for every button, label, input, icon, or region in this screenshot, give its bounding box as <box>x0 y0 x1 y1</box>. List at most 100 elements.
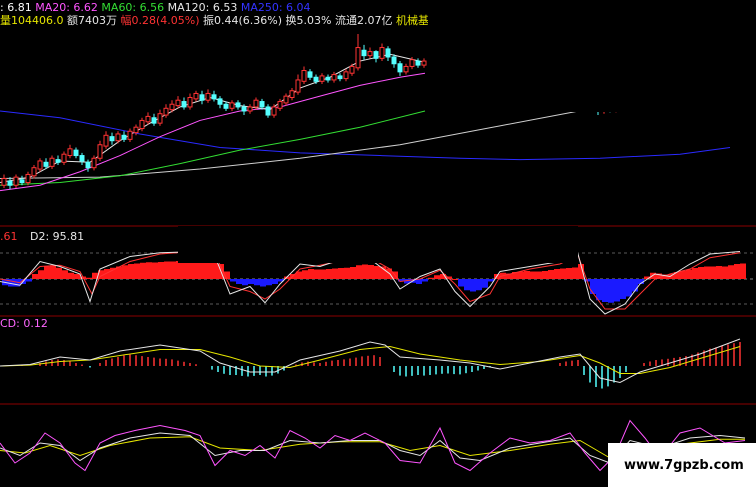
kdj-bar <box>434 275 440 279</box>
candle-body <box>43 161 49 167</box>
candle-body <box>409 59 415 67</box>
candle-body <box>211 94 217 100</box>
candle-body <box>37 160 43 170</box>
header-field: : 6.81 <box>0 1 35 14</box>
kdj-bar <box>44 266 50 279</box>
candle-body <box>247 106 253 112</box>
kdj-bar <box>464 279 470 291</box>
kdj-bar <box>344 267 350 279</box>
ma60-line <box>0 110 426 186</box>
kdj-bar <box>728 265 734 279</box>
kdj-bar <box>146 262 152 279</box>
macd-dea-line <box>0 345 741 374</box>
header-field: MA60: 6.56 <box>101 1 167 14</box>
candle-body <box>19 179 25 184</box>
kdj-bar <box>62 270 68 279</box>
candle-body <box>73 149 79 157</box>
candle-body <box>373 51 379 59</box>
kdj-bar <box>170 261 176 279</box>
header-field: MA20: 6.62 <box>35 1 101 14</box>
candle-body <box>295 79 301 93</box>
candle-body <box>157 113 163 124</box>
candle-body <box>31 167 37 177</box>
kdj-bar <box>314 269 320 279</box>
candle-body <box>235 102 241 108</box>
kdj-bar <box>122 265 128 279</box>
candle-body <box>397 63 403 73</box>
candle-body <box>415 60 421 66</box>
candle-body <box>325 76 331 81</box>
kdj-bar <box>86 277 92 279</box>
kdj-bar <box>212 261 218 279</box>
watermark-text: www.7gpzb.com <box>624 458 744 473</box>
kdj-bar <box>158 262 164 279</box>
kdj-bar <box>476 279 482 291</box>
candle-body <box>67 148 73 157</box>
candle-body <box>349 65 355 74</box>
candle-body <box>115 133 121 142</box>
candle-body <box>361 49 367 57</box>
kdj-bar <box>128 264 134 279</box>
kdj-bar <box>176 261 182 279</box>
kdj-bar <box>320 269 326 279</box>
candle-body <box>199 94 205 101</box>
candle-body <box>55 159 61 163</box>
kdj-bar <box>38 270 44 279</box>
kdj-bar <box>608 279 614 303</box>
kdj-bar <box>716 266 722 279</box>
candle-body <box>223 103 229 109</box>
candle-body <box>61 153 67 163</box>
kdj-bar <box>428 277 434 279</box>
kdj-bar <box>182 261 188 279</box>
kdj-bar <box>590 279 596 294</box>
candle-body <box>205 92 211 101</box>
kdj-bar <box>422 279 428 282</box>
candle-body <box>241 106 247 112</box>
candle-body <box>91 157 97 169</box>
kdj-bar <box>740 263 746 279</box>
candle-body <box>85 161 91 169</box>
kdj-bar <box>56 267 62 279</box>
kdj-bar <box>470 279 476 292</box>
kdj-bar <box>188 260 194 279</box>
kdj-bar <box>368 265 374 279</box>
kdj-bar <box>710 266 716 279</box>
candle-body <box>421 60 427 66</box>
candle-body <box>271 106 277 116</box>
kdj-bar <box>530 271 536 279</box>
kdj-bar <box>452 279 458 280</box>
kdj-bar <box>236 279 242 284</box>
kdj-bar <box>692 268 698 279</box>
kdj-bar <box>482 279 488 288</box>
kdj-bar <box>626 279 632 297</box>
kdj-bar <box>356 265 362 279</box>
kdj-bar <box>332 268 338 279</box>
header-row2: 量104406.0 额7403万 幅0.28(4.05%) 振0.44(6.36… <box>0 13 440 27</box>
kdj-bar <box>722 266 728 279</box>
candle-body <box>145 115 151 123</box>
kdj-bar <box>338 268 344 279</box>
candle-body <box>121 134 127 140</box>
candle-body <box>301 70 307 82</box>
candle-body <box>253 99 259 108</box>
kdj-label-right: D2: 95.81 <box>30 230 84 243</box>
stock-chart: : 6.81 MA20: 6.62 MA60: 6.56 MA120: 6.53… <box>0 0 756 487</box>
header-field: 振0.44(6.36%) <box>203 13 286 27</box>
candle-body <box>217 98 223 105</box>
header-field: MA250: 6.04 <box>241 1 311 14</box>
header-field: MA120: 6.53 <box>168 1 241 14</box>
candle-body <box>109 136 115 142</box>
kdj-bar <box>554 269 560 279</box>
kdj-bar <box>374 266 380 279</box>
candle-body <box>169 103 175 111</box>
kdj-bar <box>548 270 554 279</box>
kdj-bar <box>50 265 56 279</box>
candle-body <box>97 144 103 159</box>
header-field: 额7403万 <box>67 14 121 27</box>
kdj-bar <box>566 268 572 279</box>
header-field: 换5.03% <box>286 13 335 27</box>
candle-body <box>187 97 193 108</box>
candle-body <box>259 101 265 108</box>
kdj-label-left: .61 <box>0 230 18 243</box>
occlusion-box-kdj <box>178 226 578 263</box>
